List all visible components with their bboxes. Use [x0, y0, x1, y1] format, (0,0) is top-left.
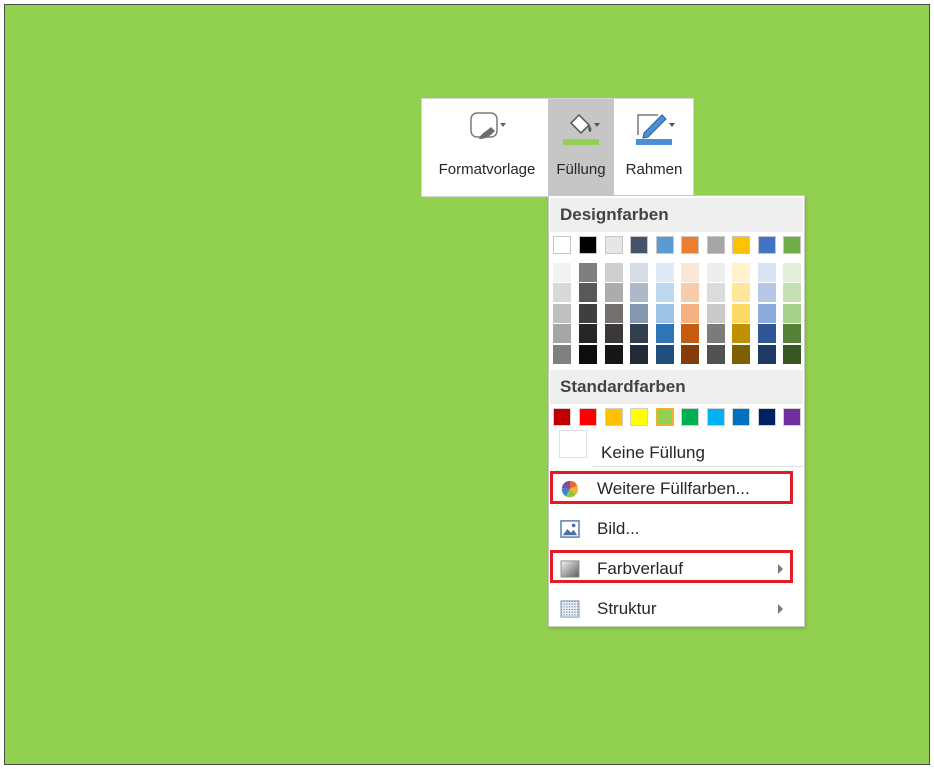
theme-color-swatch[interactable]: [758, 345, 776, 364]
shape-fill-label: Füllung: [556, 161, 606, 178]
empty-square-icon: [559, 430, 587, 458]
submenu-arrow-icon: [778, 604, 783, 614]
standard-color-swatch[interactable]: [579, 408, 597, 426]
standard-color-swatch[interactable]: [758, 408, 776, 426]
theme-color-swatch[interactable]: [605, 345, 623, 364]
theme-color-swatch[interactable]: [758, 283, 776, 302]
shape-style-label: Formatvorlage: [438, 161, 536, 178]
picture-fill-label: Bild...: [597, 519, 640, 538]
theme-color-swatch[interactable]: [732, 283, 750, 302]
theme-color-swatch[interactable]: [553, 283, 571, 302]
theme-color-swatch[interactable]: [553, 304, 571, 323]
theme-color-swatch[interactable]: [605, 283, 623, 302]
theme-color-swatch[interactable]: [707, 324, 725, 343]
theme-color-swatch[interactable]: [681, 345, 699, 364]
theme-color-swatch[interactable]: [630, 236, 648, 254]
theme-color-swatch[interactable]: [732, 236, 750, 254]
theme-color-swatch[interactable]: [630, 345, 648, 364]
theme-color-swatch[interactable]: [681, 236, 699, 254]
theme-color-swatch[interactable]: [732, 324, 750, 343]
theme-color-swatch[interactable]: [579, 283, 597, 302]
standard-color-swatch[interactable]: [707, 408, 725, 426]
theme-color-swatch[interactable]: [656, 324, 674, 343]
theme-colors-heading: Designfarben: [550, 198, 803, 232]
theme-color-swatch[interactable]: [681, 324, 699, 343]
theme-color-swatch[interactable]: [732, 345, 750, 364]
theme-color-swatch[interactable]: [553, 345, 571, 364]
theme-color-swatch[interactable]: [630, 283, 648, 302]
theme-color-swatch[interactable]: [656, 263, 674, 282]
theme-color-swatch[interactable]: [553, 324, 571, 343]
theme-color-swatch[interactable]: [681, 304, 699, 323]
shape-style-button[interactable]: Formatvorlage: [426, 99, 548, 196]
theme-color-swatch[interactable]: [553, 263, 571, 282]
standard-color-swatch[interactable]: [605, 408, 623, 426]
theme-color-swatch[interactable]: [783, 345, 801, 364]
theme-color-swatch[interactable]: [758, 236, 776, 254]
standard-color-swatch[interactable]: [681, 408, 699, 426]
theme-color-swatch[interactable]: [630, 263, 648, 282]
standard-color-swatch[interactable]: [553, 408, 571, 426]
shape-outline-button[interactable]: Rahmen: [616, 99, 692, 196]
shape-fill-button[interactable]: Füllung: [548, 99, 614, 196]
theme-color-swatch[interactable]: [605, 304, 623, 323]
no-fill-item[interactable]: Keine Füllung: [553, 430, 797, 470]
standard-colors-heading: Standardfarben: [550, 370, 803, 404]
selected-standard-color-swatch[interactable]: [656, 408, 674, 426]
theme-color-swatch[interactable]: [783, 236, 801, 254]
theme-color-swatch[interactable]: [579, 304, 597, 323]
theme-color-swatch[interactable]: [656, 236, 674, 254]
theme-color-swatch[interactable]: [579, 345, 597, 364]
theme-color-swatch[interactable]: [783, 263, 801, 282]
texture-fill-item[interactable]: Struktur: [553, 592, 797, 626]
theme-color-swatch[interactable]: [707, 283, 725, 302]
theme-color-swatch[interactable]: [783, 283, 801, 302]
theme-color-swatch[interactable]: [732, 304, 750, 323]
picture-fill-item[interactable]: Bild...: [553, 512, 797, 546]
theme-color-swatch[interactable]: [656, 345, 674, 364]
paint-bucket-icon: [563, 113, 600, 145]
theme-color-swatch[interactable]: [758, 263, 776, 282]
shape-outline-label: Rahmen: [625, 161, 683, 178]
theme-color-swatch[interactable]: [732, 263, 750, 282]
texture-icon: [560, 600, 580, 618]
picture-icon: [560, 520, 580, 538]
theme-color-swatch[interactable]: [553, 236, 571, 254]
theme-color-swatch[interactable]: [681, 263, 699, 282]
no-fill-label: Keine Füllung: [601, 443, 705, 462]
theme-color-swatch[interactable]: [605, 263, 623, 282]
standard-color-swatch[interactable]: [732, 408, 750, 426]
theme-color-swatch[interactable]: [605, 324, 623, 343]
shape-style-icon: [470, 112, 506, 139]
theme-color-swatch[interactable]: [707, 236, 725, 254]
theme-color-swatch[interactable]: [579, 263, 597, 282]
theme-color-swatch[interactable]: [758, 304, 776, 323]
theme-color-swatch[interactable]: [758, 324, 776, 343]
shape-styles-ribbon: Formatvorlage Füllung Rahmen: [421, 98, 694, 197]
theme-color-swatch[interactable]: [681, 283, 699, 302]
theme-color-swatch[interactable]: [579, 236, 597, 254]
highlight-more-fill-colors: [550, 471, 793, 504]
theme-color-swatch[interactable]: [605, 236, 623, 254]
texture-fill-label: Struktur: [597, 599, 657, 618]
theme-color-swatch[interactable]: [783, 324, 801, 343]
standard-color-swatch[interactable]: [783, 408, 801, 426]
theme-color-swatch[interactable]: [707, 263, 725, 282]
theme-color-swatch[interactable]: [707, 304, 725, 323]
theme-color-swatch[interactable]: [707, 345, 725, 364]
pen-icon: [636, 114, 675, 145]
theme-color-swatch[interactable]: [630, 324, 648, 343]
menu-separator: [593, 466, 803, 467]
theme-color-swatch[interactable]: [656, 304, 674, 323]
theme-color-swatch[interactable]: [783, 304, 801, 323]
standard-color-swatch[interactable]: [630, 408, 648, 426]
theme-color-swatch[interactable]: [579, 324, 597, 343]
highlight-gradient: [550, 550, 793, 583]
theme-color-swatch[interactable]: [656, 283, 674, 302]
theme-color-swatch[interactable]: [630, 304, 648, 323]
